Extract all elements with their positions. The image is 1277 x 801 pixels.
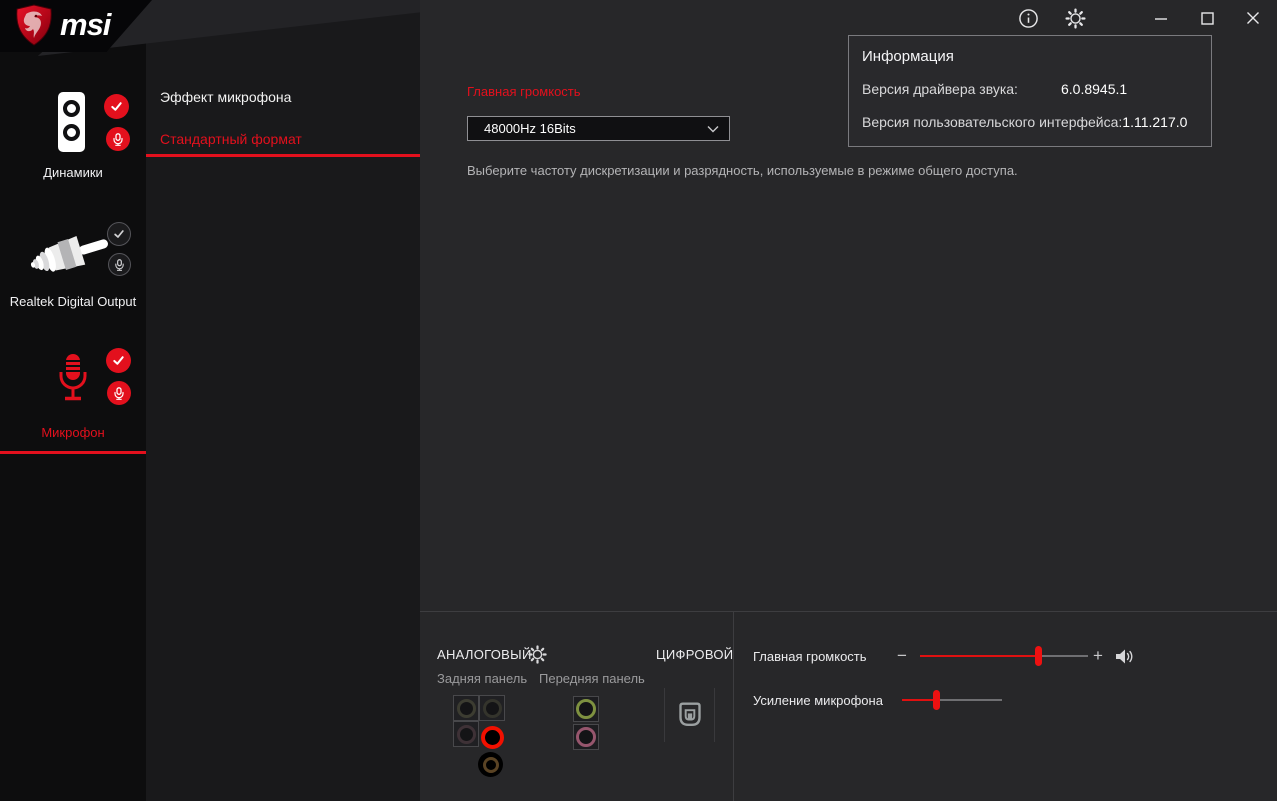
check-icon [113, 356, 124, 365]
chevron-down-icon [707, 125, 719, 132]
microphone-active-badge [106, 348, 131, 373]
digital-mic-badge [108, 253, 131, 276]
master-volume-label: Главная громкость [753, 649, 867, 664]
sample-rate-value: 48000Hz 16Bits [484, 121, 576, 136]
settings-menu-column: Эффект микрофона Стандартный формат [146, 0, 420, 801]
digital-label: ЦИФРОВОЙ [656, 647, 734, 662]
speakers-icon [58, 92, 85, 152]
close-icon [1247, 12, 1259, 24]
realtek-audio-console-window: Динамики Realtek Digital Output Микрофон… [0, 0, 1277, 801]
rear-panel-label: Задняя панель [437, 671, 528, 686]
analog-label: АНАЛОГОВЫЙ [437, 647, 532, 662]
digital-cell-divider-right [714, 688, 715, 742]
mic-boost-handle[interactable] [933, 690, 940, 710]
rear-jack-3[interactable] [453, 721, 479, 747]
speaker-volume-icon[interactable] [1115, 648, 1134, 665]
selected-menu-indicator [146, 154, 420, 157]
selected-device-indicator [0, 451, 146, 454]
info-panel: Информация Версия драйвера звука: 6.0.89… [848, 35, 1212, 147]
settings-button[interactable] [1059, 2, 1091, 34]
microphone-mic-badge [107, 381, 131, 405]
maximize-button[interactable] [1191, 2, 1223, 34]
info-icon [1018, 8, 1038, 28]
sidebar-item-label: Микрофон [41, 425, 105, 440]
msi-shield-icon [16, 4, 52, 46]
driver-version-label: Версия драйвера звука: [862, 81, 1018, 97]
mic-icon [114, 386, 124, 400]
mic-boost-track[interactable] [902, 690, 1002, 710]
info-button[interactable] [1012, 2, 1044, 34]
digital-plug-icon [30, 235, 108, 272]
minimize-button[interactable] [1145, 2, 1177, 34]
toslink-port-icon[interactable] [677, 701, 703, 728]
sidebar-item-label: Realtek Digital Output [9, 294, 137, 309]
speakers-active-badge [104, 94, 129, 119]
front-jack-headphone[interactable] [573, 696, 599, 722]
master-volume-track[interactable] [920, 646, 1088, 666]
volume-plus-button[interactable]: + [1093, 647, 1103, 664]
digital-cell-divider-left [664, 688, 665, 742]
msi-logo: msi [14, 4, 111, 46]
ui-version-label: Версия пользовательского интерфейса: [862, 114, 1123, 130]
close-button[interactable] [1237, 2, 1269, 34]
gear-icon [1064, 7, 1086, 29]
speakers-mic-badge [106, 127, 130, 151]
section-title: Главная громкость [467, 84, 581, 99]
bottom-panel-divider [420, 611, 1277, 612]
mic-icon [115, 258, 124, 271]
rear-jack-2[interactable] [479, 695, 505, 721]
mic-icon [113, 132, 123, 146]
menu-item-mic-effect[interactable]: Эффект микрофона [160, 89, 291, 105]
sample-rate-dropdown[interactable]: 48000Hz 16Bits [467, 116, 730, 141]
msi-logo-text: msi [60, 7, 111, 42]
bottom-panel-vertical-divider [733, 612, 734, 801]
rear-jack-5[interactable] [478, 752, 503, 777]
master-volume-handle[interactable] [1034, 646, 1042, 666]
ui-version-value: 1.11.217.0 [1122, 114, 1188, 130]
check-icon [114, 230, 124, 238]
gear-icon [528, 645, 547, 664]
front-panel-label: Передняя панель [539, 671, 645, 686]
volume-minus-button[interactable]: − [897, 647, 907, 664]
sidebar-item-label: Динамики [43, 165, 103, 180]
microphone-icon [59, 354, 87, 401]
section-description: Выберите частоту дискретизации и разрядн… [467, 163, 1018, 178]
driver-version-value: 6.0.8945.1 [1061, 81, 1128, 97]
maximize-icon [1200, 11, 1214, 25]
mic-boost-label: Усиление микрофона [753, 693, 883, 708]
main-content: Информация Версия драйвера звука: 6.0.89… [420, 0, 1277, 801]
rear-jack-mic-active[interactable] [481, 726, 504, 749]
analog-settings-button[interactable] [528, 645, 547, 664]
device-sidebar: Динамики Realtek Digital Output Микрофон [0, 0, 146, 801]
info-panel-title: Информация [862, 48, 954, 65]
digital-active-badge [107, 222, 131, 246]
front-jack-mic[interactable] [573, 724, 599, 750]
app-header: msi [0, 0, 420, 56]
minimize-icon [1155, 18, 1167, 20]
check-icon [111, 102, 122, 111]
rear-jack-1[interactable] [453, 695, 479, 721]
menu-item-default-format[interactable]: Стандартный формат [160, 131, 302, 147]
